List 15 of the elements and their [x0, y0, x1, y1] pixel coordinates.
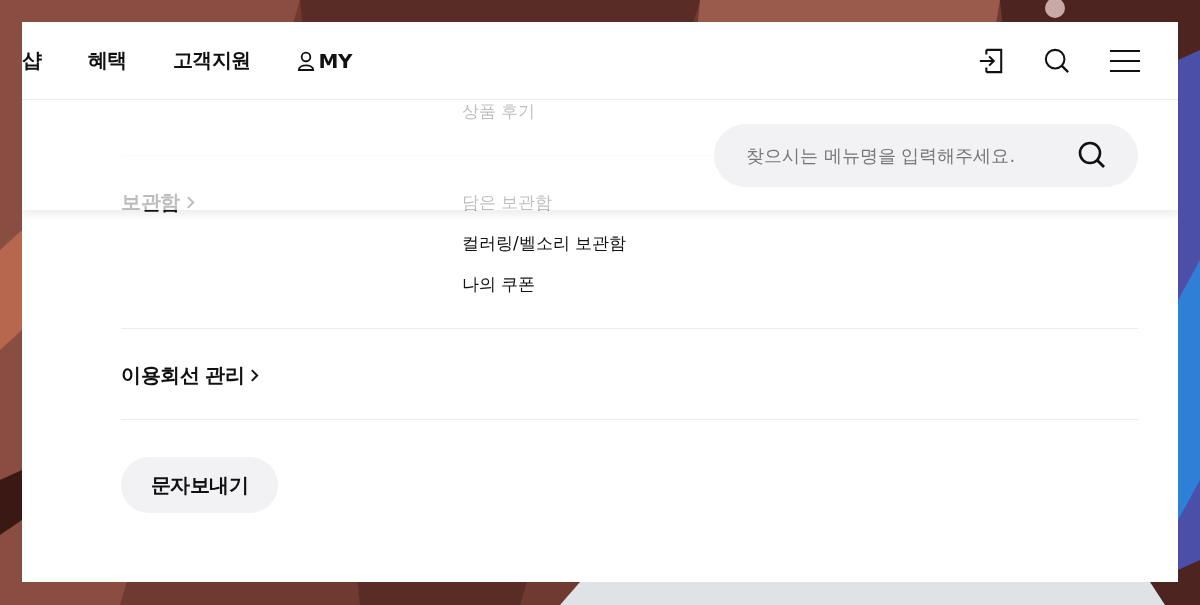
nav-link[interactable]: 고객지원: [172, 47, 251, 74]
section-link[interactable]: 이용회선 관리: [121, 355, 260, 396]
menu-icon[interactable]: [1110, 48, 1140, 73]
user-icon: [296, 50, 315, 71]
search-field[interactable]: 찾으시는 메뉴명을 입력해주세요.: [714, 124, 1138, 187]
login-icon[interactable]: [978, 47, 1004, 74]
menu-link[interactable]: 나의 쿠폰: [462, 264, 627, 305]
search-icon[interactable]: [1044, 47, 1070, 74]
menu-link[interactable]: 컬러링/벨소리 보관함: [462, 223, 627, 264]
nav-link[interactable]: 샵: [22, 47, 42, 74]
nav-link[interactable]: MY: [296, 48, 352, 73]
chevron-icon: [250, 368, 260, 383]
nav-link[interactable]: 혜택: [87, 47, 127, 74]
send-message-button[interactable]: 문자보내기: [121, 457, 278, 513]
search-icon[interactable]: [1078, 141, 1106, 169]
